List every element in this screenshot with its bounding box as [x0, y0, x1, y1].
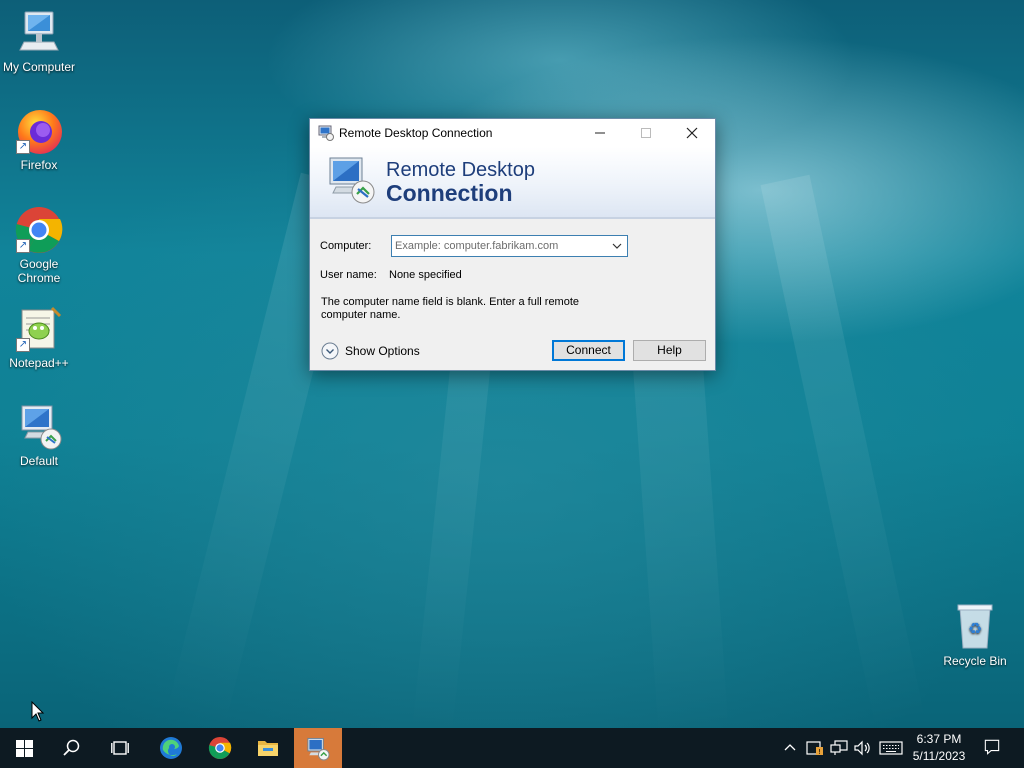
computer-label: Computer:	[320, 240, 372, 252]
validation-message: The computer name field is blank. Enter …	[321, 296, 580, 321]
taskbar-file-explorer[interactable]	[244, 728, 292, 768]
dialog-banner: Remote Desktop Connection	[310, 147, 715, 219]
chrome-icon	[208, 736, 232, 760]
file-explorer-icon	[258, 741, 278, 756]
desktop-icon-label: Recycle Bin	[943, 654, 1007, 668]
desktop-icon-label: Firefox	[20, 158, 58, 172]
remote-desktop-connection-window[interactable]: Remote Desktop Connection Remote Desktop…	[309, 118, 716, 371]
taskbar-remote-desktop[interactable]	[294, 728, 342, 768]
desktop-icon-recycle-bin[interactable]: ♻ Recycle Bin	[936, 602, 1014, 668]
firefox-icon: ↗	[14, 106, 64, 156]
maximize-icon	[641, 128, 651, 138]
help-button[interactable]: Help	[633, 340, 706, 361]
close-button[interactable]	[669, 119, 715, 147]
start-button[interactable]	[0, 728, 48, 768]
computer-dropdown-button[interactable]	[607, 236, 627, 256]
title-bar[interactable]: Remote Desktop Connection	[310, 119, 715, 147]
taskbar: ! 6:37 PM 5/11/2023	[0, 728, 1024, 768]
svg-text:♻: ♻	[968, 619, 982, 638]
edge-icon	[160, 737, 182, 759]
remote-desktop-app-icon	[318, 125, 334, 141]
search-icon	[63, 739, 80, 756]
username-value: None specified	[389, 269, 462, 281]
chevron-down-icon	[612, 243, 622, 249]
shortcut-arrow-icon: ↗	[16, 140, 30, 154]
chrome-icon: ↗	[14, 205, 64, 255]
computer-combobox[interactable]	[391, 235, 628, 257]
recycle-bin-icon: ♻	[950, 602, 1000, 652]
window-title: Remote Desktop Connection	[339, 126, 493, 140]
desktop-icon-label: Default	[19, 454, 59, 468]
network-icon[interactable]	[830, 740, 848, 756]
username-label: User name:	[320, 269, 377, 281]
desktop-icon-firefox[interactable]: ↗ Firefox	[0, 106, 78, 172]
banner-title-line1: Remote Desktop	[386, 159, 535, 181]
clock-date: 5/11/2023	[912, 749, 966, 763]
shortcut-arrow-icon: ↗	[16, 239, 30, 253]
start-icon	[16, 740, 33, 757]
connect-button[interactable]: Connect	[552, 340, 625, 361]
search-button[interactable]	[48, 728, 96, 768]
taskbar-edge[interactable]	[148, 728, 196, 768]
mouse-cursor-icon	[31, 701, 45, 722]
banner-title-line2: Connection	[386, 180, 513, 206]
notepadpp-icon: ↗	[14, 304, 64, 354]
keyboard-icon[interactable]	[879, 740, 903, 756]
expand-circle-icon	[321, 342, 339, 360]
desktop-icon-notepadpp[interactable]: ↗ Notepad++	[0, 304, 78, 370]
minimize-button[interactable]	[577, 119, 623, 147]
task-view-button[interactable]	[96, 728, 144, 768]
close-icon	[686, 127, 698, 139]
show-options-label: Show Options	[345, 344, 420, 358]
shortcut-arrow-icon: ↗	[16, 338, 30, 352]
remote-desktop-logo-icon	[329, 157, 375, 204]
desktop-icon-label: My Computer	[2, 60, 76, 74]
notifications-icon[interactable]	[983, 739, 1001, 755]
clock[interactable]: 6:37 PM 5/11/2023	[904, 728, 974, 768]
desktop-icon-google-chrome[interactable]: ↗ Google Chrome	[0, 205, 78, 285]
task-view-icon	[111, 741, 129, 755]
minimize-icon	[595, 132, 605, 134]
chevron-up-icon[interactable]	[783, 740, 797, 756]
computer-icon	[14, 8, 64, 58]
remote-desktop-icon	[307, 737, 330, 761]
svg-text:!: !	[818, 748, 821, 756]
maximize-button[interactable]	[623, 119, 669, 147]
desktop-icon-default[interactable]: Default	[0, 402, 78, 468]
taskbar-chrome[interactable]	[196, 728, 244, 768]
clock-time: 6:37 PM	[916, 732, 962, 746]
desktop-icon-label: Google Chrome	[17, 257, 61, 285]
volume-icon[interactable]	[854, 740, 872, 756]
desktop-icon-my-computer[interactable]: My Computer	[0, 8, 78, 74]
rdp-file-icon	[14, 402, 64, 452]
security-alert-icon[interactable]: !	[806, 740, 824, 756]
computer-input[interactable]	[392, 236, 604, 256]
desktop-icon-label: Notepad++	[9, 356, 69, 370]
